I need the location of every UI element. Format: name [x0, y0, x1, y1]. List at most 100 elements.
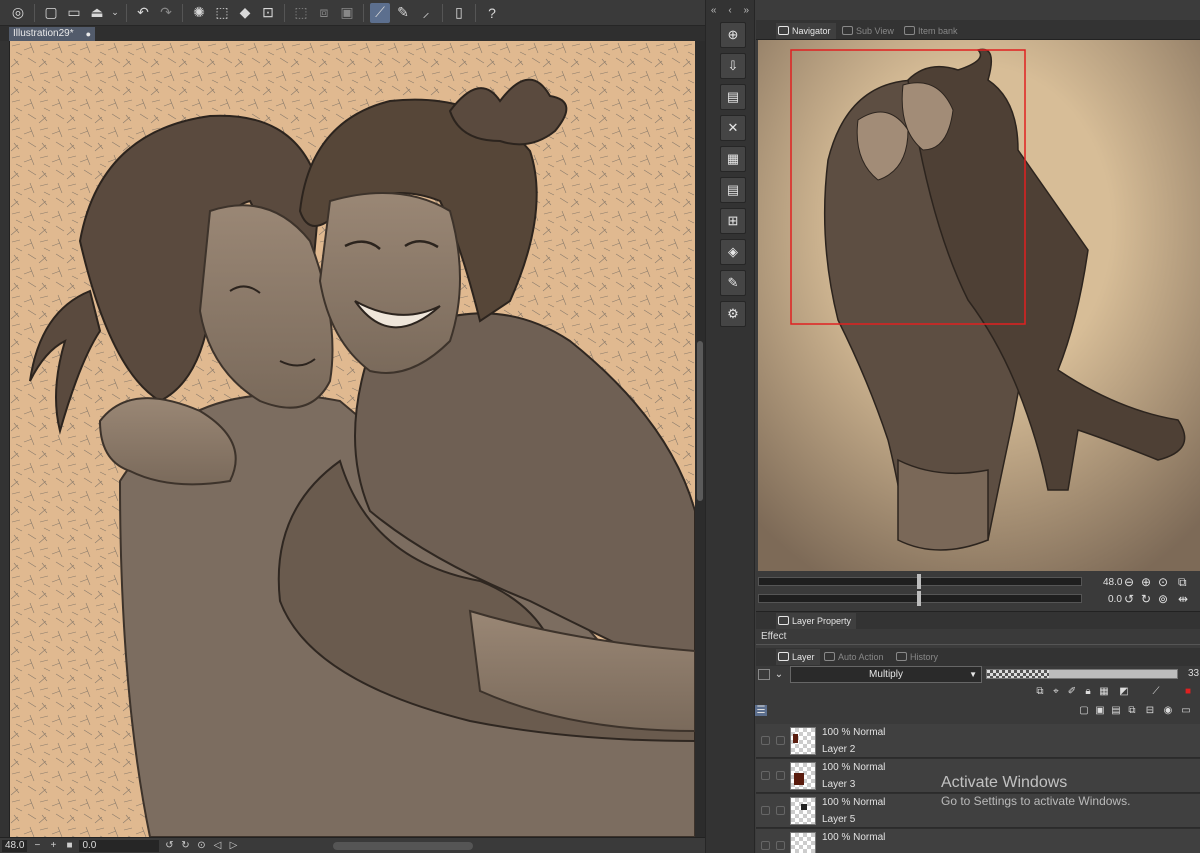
- new-folder-icon[interactable]: ▤: [1110, 705, 1122, 716]
- layer-row[interactable]: 100 % Normal Layer 2: [756, 724, 1200, 758]
- device-icon[interactable]: ▯: [449, 3, 469, 23]
- zoom-out-icon[interactable]: ⊖: [1124, 575, 1134, 589]
- blend-mode-select[interactable]: Multiply ▼: [790, 666, 982, 683]
- collapse-left-icon[interactable]: «: [711, 5, 717, 16]
- import-icon[interactable]: ⇩: [720, 53, 746, 79]
- save-icon[interactable]: ⏏: [87, 3, 107, 23]
- zoom-in-icon[interactable]: ⊕: [1141, 575, 1151, 589]
- deselect-icon[interactable]: ⬚: [291, 3, 311, 23]
- lock-transparency-icon[interactable]: ▦: [1098, 686, 1110, 697]
- transform-icon[interactable]: ⊡: [258, 3, 278, 23]
- canvas-horizontal-scrollbar[interactable]: [333, 841, 474, 850]
- tab-navigator[interactable]: Navigator: [776, 23, 836, 39]
- tab-item-bank[interactable]: Item bank: [902, 23, 964, 39]
- app-logo-icon[interactable]: ◎: [8, 3, 28, 23]
- clear-icon[interactable]: ⬚: [212, 3, 232, 23]
- edit-icon[interactable]: ✎: [720, 270, 746, 296]
- flip-icon[interactable]: ⇹: [1178, 592, 1188, 606]
- rotate-slider-knob[interactable]: [917, 591, 921, 606]
- material-icon[interactable]: ◈: [720, 239, 746, 265]
- open-file-icon[interactable]: ▭: [64, 3, 84, 23]
- zoom-slider-knob[interactable]: [917, 574, 921, 589]
- list-icon[interactable]: ▤: [720, 177, 746, 203]
- copy-layer-icon[interactable]: ⧉: [1126, 705, 1138, 716]
- export-icon[interactable]: ▤: [720, 84, 746, 110]
- mask-icon[interactable]: ◩: [1118, 686, 1130, 697]
- document-tab[interactable]: Illustration29* ●: [9, 27, 95, 41]
- fit-view-button[interactable]: ■: [63, 840, 75, 851]
- undo-icon[interactable]: ↶: [133, 3, 153, 23]
- canvas-vertical-scrollbar[interactable]: [695, 41, 705, 837]
- rotate-left-icon[interactable]: ↺: [1124, 592, 1134, 606]
- draft-icon[interactable]: ✐: [1066, 686, 1078, 697]
- visibility-toggle[interactable]: [761, 736, 770, 745]
- new-vector-layer-icon[interactable]: ▣: [1094, 705, 1106, 716]
- tab-sub-view[interactable]: Sub View: [840, 23, 900, 39]
- fit-icon[interactable]: ⊙: [1158, 575, 1168, 589]
- lock-icon[interactable]: 🔒︎: [1082, 686, 1094, 697]
- expand-right-icon[interactable]: »: [744, 5, 750, 16]
- texture-icon[interactable]: ▦: [720, 146, 746, 172]
- flip-horizontal-icon[interactable]: ◁: [211, 840, 223, 851]
- delete-layer-icon[interactable]: ▭: [1180, 705, 1192, 716]
- dropdown-icon[interactable]: ⌄: [110, 3, 120, 23]
- view-mode-icon[interactable]: ⧉: [1178, 575, 1187, 590]
- flip-vertical-icon[interactable]: ▷: [227, 840, 239, 851]
- tab-history[interactable]: History: [894, 649, 946, 665]
- layer-panel-menu-icon[interactable]: ☰: [755, 705, 767, 716]
- left-tool-strip[interactable]: [0, 41, 10, 841]
- layer-color-icon[interactable]: [758, 669, 770, 680]
- show-selection-icon[interactable]: ▣: [337, 3, 357, 23]
- rotate-right-icon[interactable]: ↻: [179, 840, 191, 851]
- document-tab-label: Illustration29*: [13, 28, 74, 39]
- ruler-icon[interactable]: ⟋: [1150, 686, 1162, 697]
- layer-row[interactable]: 100 % Normal: [756, 829, 1200, 853]
- tab-layer[interactable]: Layer: [776, 649, 820, 665]
- visibility-toggle[interactable]: [761, 841, 770, 850]
- visibility-toggle[interactable]: [761, 771, 770, 780]
- rotate-right-icon[interactable]: ↻: [1141, 592, 1151, 606]
- settings-icon[interactable]: ⚙: [720, 301, 746, 327]
- reference-icon[interactable]: ⌖: [1050, 686, 1062, 697]
- lock-toggle[interactable]: [776, 841, 785, 850]
- chevron-down-icon[interactable]: ⌄: [773, 669, 785, 680]
- redo-icon[interactable]: ↷: [156, 3, 176, 23]
- canvas-zoom-value[interactable]: 48.0: [2, 839, 28, 852]
- artwork-illustration: [10, 41, 695, 837]
- opacity-slider[interactable]: [986, 669, 1178, 679]
- help-icon[interactable]: ?: [482, 3, 502, 23]
- pen-icon[interactable]: ✎: [393, 3, 413, 23]
- merge-icon[interactable]: ⊟: [1144, 705, 1156, 716]
- lock-toggle[interactable]: [776, 806, 785, 815]
- layer-color-swatch-icon[interactable]: ■: [1182, 686, 1194, 697]
- grid-icon[interactable]: ⊞: [720, 208, 746, 234]
- search-icon[interactable]: ⊕: [720, 22, 746, 48]
- brush-icon[interactable]: ⸝: [416, 3, 436, 23]
- auto-action-icon: [824, 652, 835, 661]
- delete-icon[interactable]: ✕: [720, 115, 746, 141]
- clip-icon[interactable]: ⧉: [1034, 686, 1046, 697]
- rotate-left-icon[interactable]: ↺: [163, 840, 175, 851]
- reset-rotation-icon[interactable]: ⊚: [1158, 592, 1168, 606]
- visibility-toggle[interactable]: [761, 806, 770, 815]
- loading-icon[interactable]: ✺: [189, 3, 209, 23]
- ruler-snap-icon[interactable]: ⟋: [370, 2, 390, 23]
- zoom-in-button[interactable]: +: [47, 840, 59, 851]
- new-raster-layer-icon[interactable]: ▢: [1078, 705, 1090, 716]
- navigator-rotate-value: 0.0: [1108, 594, 1122, 605]
- lock-toggle[interactable]: [776, 736, 785, 745]
- tab-auto-action[interactable]: Auto Action: [822, 649, 888, 665]
- drawing-canvas[interactable]: [10, 41, 695, 837]
- invert-selection-icon[interactable]: ⧈: [314, 3, 334, 23]
- lock-toggle[interactable]: [776, 771, 785, 780]
- zoom-out-button[interactable]: −: [31, 840, 43, 851]
- scroll-thumb[interactable]: [697, 341, 703, 501]
- chevron-left-icon[interactable]: ‹: [728, 5, 731, 16]
- reset-rotation-icon[interactable]: ⊙: [195, 840, 207, 851]
- fill-icon[interactable]: ◆: [235, 3, 255, 23]
- layer-mask-icon[interactable]: ◉: [1162, 705, 1174, 716]
- tab-layer-property[interactable]: Layer Property: [776, 613, 856, 629]
- canvas-rotation-value[interactable]: 0.0: [79, 839, 160, 852]
- navigator-preview[interactable]: [758, 40, 1200, 571]
- new-file-icon[interactable]: ▢: [41, 3, 61, 23]
